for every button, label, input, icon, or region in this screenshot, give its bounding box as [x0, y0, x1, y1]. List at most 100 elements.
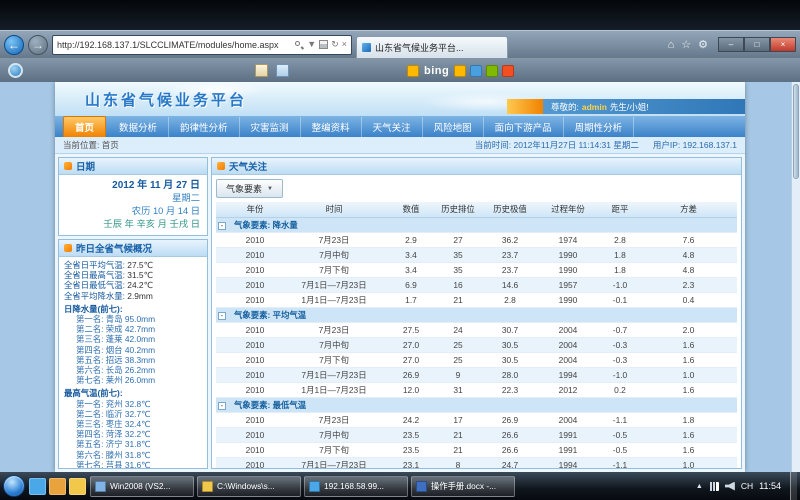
column-header: 距平: [600, 202, 640, 217]
forward-button[interactable]: →: [28, 35, 48, 55]
greeting-username: admin: [582, 102, 607, 112]
video-app-icon[interactable]: [486, 65, 498, 77]
info-bar: 当前位置: 首页 当前时间: 2012年11月27日 11:14:31 星期二 …: [55, 137, 745, 154]
rank-item: 第五名: 招远 38.3mm: [64, 355, 202, 365]
folder-icon: [202, 481, 213, 492]
mail-app-icon[interactable]: [502, 65, 514, 77]
browser-tools: ⌂ ☆ ⚙: [668, 38, 708, 51]
stat-line: 全省日平均气温: 27.5℃: [64, 260, 202, 270]
start-button[interactable]: [3, 475, 25, 497]
bing-app-icon[interactable]: [454, 65, 466, 77]
show-desktop-button[interactable]: [790, 472, 797, 500]
nav-item-6[interactable]: 天气关注: [362, 117, 423, 137]
rank-item: 第一名: 兖州 32.8℃: [64, 399, 202, 409]
section-row[interactable]: -气象要素: 最低气温: [216, 397, 737, 412]
tray-expand-icon[interactable]: ▲: [696, 483, 703, 490]
browser-logo-icon[interactable]: [8, 63, 23, 78]
date-line: 星期二: [66, 192, 200, 205]
tab-title: 山东省气候业务平台...: [375, 41, 464, 54]
greeting-suffix: 先生/小姐!: [610, 101, 649, 113]
page: 山东省气候业务平台 尊敬的: admin 先生/小姐! 首页数据分析韵律性分析灾…: [0, 82, 800, 472]
gear-icon[interactable]: ⚙: [698, 38, 708, 51]
nav-item-8[interactable]: 面向下游产品: [484, 117, 564, 137]
document-icon[interactable]: [276, 64, 289, 77]
rank-item: 第二名: 临沂 32.7℃: [64, 409, 202, 419]
table-row: 20107月中旬27.02530.52004-0.31.6: [216, 337, 737, 352]
clock[interactable]: 11:54: [759, 481, 781, 491]
home-icon[interactable]: ⌂: [668, 39, 675, 51]
table-row: 20107月中旬3.43523.719901.84.8: [216, 247, 737, 262]
stat-line: 全省日最低气温: 24.2℃: [64, 280, 202, 290]
table-row: 20107月23日27.52430.72004-0.72.0: [216, 322, 737, 337]
task-button-3[interactable]: 192.168.58.99...: [304, 476, 408, 497]
content: 日期 2012 年 11 月 27 日星期二农历 10 月 14 日壬辰 年 辛…: [55, 154, 745, 472]
calendar-icon: [64, 162, 72, 170]
date-line: 壬辰 年 辛亥 月 壬戌 日: [66, 218, 200, 231]
browser-tab[interactable]: 山东省气候业务平台...: [356, 36, 508, 58]
taskbar: Win2008 (VS2...C:\Windows\s...192.168.58…: [0, 472, 800, 500]
table-row: 20101月1日—7月23日12.03122.320120.21.6: [216, 382, 737, 397]
table-row: 20107月23日24.21726.92004-1.11.8: [216, 412, 737, 427]
task-button-1[interactable]: Win2008 (VS2...: [90, 476, 194, 497]
bing-b-icon[interactable]: [407, 65, 419, 77]
nav-item-2[interactable]: 数据分析: [108, 117, 169, 137]
main-panel: 天气关注 气象要素 ▼ 年份时间数值历史排位历史极值过程年份距平方差 -气象要素…: [211, 157, 742, 469]
element-dropdown-button[interactable]: 气象要素 ▼: [216, 179, 283, 198]
minimize-button[interactable]: –: [718, 37, 744, 52]
explorer-folder-icon[interactable]: [69, 478, 86, 495]
back-button[interactable]: ←: [4, 35, 24, 55]
autocomplete-dropdown-icon[interactable]: ▼: [307, 40, 316, 49]
compatibility-view-icon[interactable]: [319, 40, 328, 49]
collapse-icon[interactable]: -: [218, 312, 226, 320]
table-row: 20107月1日—7月23日26.9928.01994-1.01.0: [216, 367, 737, 382]
task-buttons: Win2008 (VS2...C:\Windows\s...192.168.58…: [90, 476, 515, 497]
bing-logo[interactable]: bing: [424, 65, 449, 77]
section-row[interactable]: -气象要素: 降水量: [216, 217, 737, 232]
refresh-icon[interactable]: ↻: [331, 40, 339, 49]
media-player-icon[interactable]: [49, 478, 66, 495]
column-header: 年份: [232, 202, 278, 217]
table-row: 20107月1日—7月23日6.91614.61957-1.02.3: [216, 277, 737, 292]
weather-watch-title: 天气关注: [229, 159, 267, 173]
network-icon[interactable]: [709, 482, 719, 491]
nav-item-5[interactable]: 整编资料: [301, 117, 362, 137]
page-scrollbar[interactable]: [791, 82, 800, 472]
greeting-prefix: 尊敬的:: [551, 101, 579, 113]
rank-item: 第三名: 蓬莱 42.0mm: [64, 334, 202, 344]
internet-explorer-icon[interactable]: [29, 478, 46, 495]
weather-data-table: 年份时间数值历史排位历史极值过程年份距平方差 -气象要素: 降水量20107月2…: [216, 202, 737, 468]
nav-item-1[interactable]: 首页: [63, 116, 106, 138]
close-button[interactable]: ×: [770, 37, 796, 52]
scrollbar-thumb[interactable]: [793, 84, 799, 179]
section-row[interactable]: -气象要素: 平均气温: [216, 307, 737, 322]
nav-item-3[interactable]: 韵律性分析: [169, 117, 240, 137]
task-button-4[interactable]: 操作手册.docx -...: [411, 476, 515, 497]
rank-group-title: 最高气温(前七):: [64, 388, 202, 398]
address-bar[interactable]: http://192.168.137.1/SLCCLIMATE/modules/…: [52, 35, 352, 55]
volume-icon[interactable]: [725, 482, 735, 491]
maximize-button[interactable]: □: [744, 37, 770, 52]
weather-icon: [217, 162, 225, 170]
rank-item: 第四名: 烟台 40.2mm: [64, 345, 202, 355]
greeting-accent: [507, 99, 543, 114]
info-right: 当前时间: 2012年11月27日 11:14:31 星期二 用户IP: 192…: [475, 139, 737, 151]
stop-icon[interactable]: ×: [342, 40, 347, 49]
favorites-star-icon[interactable]: ☆: [681, 38, 691, 51]
search-icon[interactable]: [294, 40, 304, 50]
rank-item: 第七名: 莱州 26.0mm: [64, 375, 202, 385]
mail-icon[interactable]: [255, 64, 268, 77]
collapse-icon[interactable]: -: [218, 222, 226, 230]
task-button-2[interactable]: C:\Windows\s...: [197, 476, 301, 497]
internet-explorer-icon: [309, 481, 320, 492]
nav-item-9[interactable]: 周期性分析: [564, 117, 635, 137]
user-ip: 用户IP: 192.168.137.1: [653, 139, 737, 151]
nav-item-4[interactable]: 灾害监测: [240, 117, 301, 137]
collapse-icon[interactable]: -: [218, 402, 226, 410]
window-icon: [95, 481, 106, 492]
date-line: 2012 年 11 月 27 日: [66, 179, 200, 192]
date-panel-header: 日期: [59, 158, 207, 175]
favbar-app-icons: [454, 65, 514, 77]
language-indicator[interactable]: CH: [741, 481, 753, 491]
messenger-app-icon[interactable]: [470, 65, 482, 77]
nav-item-7[interactable]: 风险地图: [423, 117, 484, 137]
